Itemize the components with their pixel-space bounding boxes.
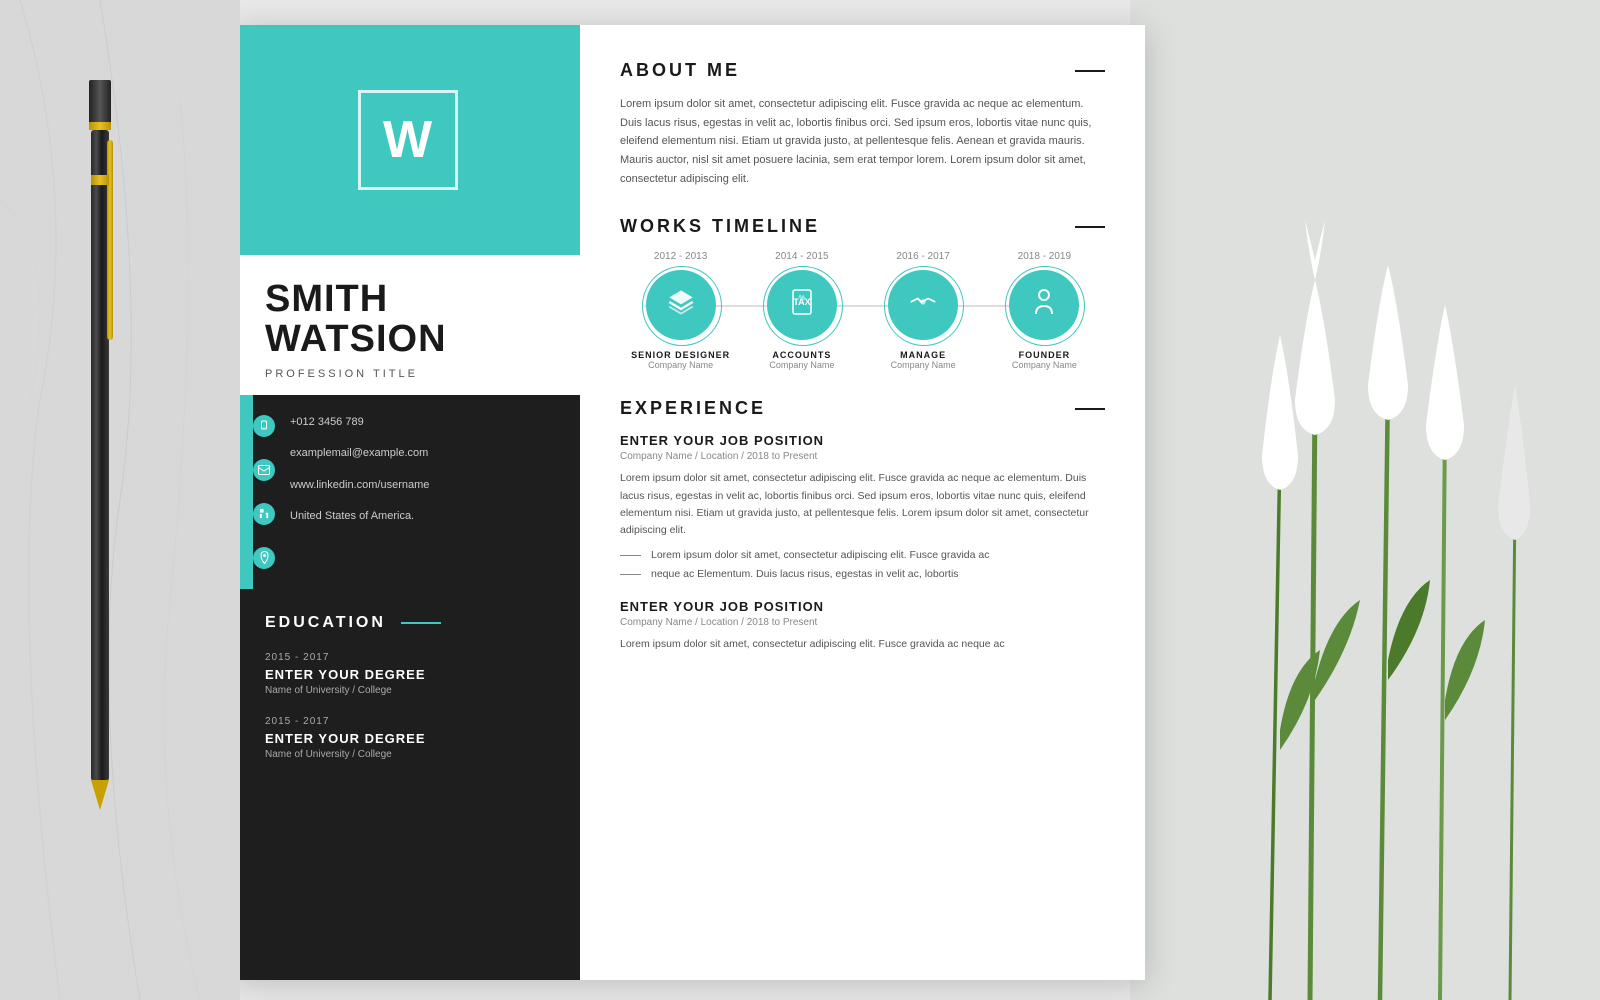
edu-university-0: Name of University / College <box>265 685 550 696</box>
background-right <box>1130 0 1600 1000</box>
linkedin-icon <box>253 503 275 525</box>
timeline-icon-2 <box>888 270 958 340</box>
about-header: ABOUT ME <box>620 60 1105 81</box>
contact-linkedin: www.linkedin.com/username <box>290 478 565 493</box>
experience-jobs: ENTER YOUR JOB POSITION Company Name / L… <box>620 433 1105 653</box>
job-item-1: ENTER YOUR JOB POSITION Company Name / L… <box>620 599 1105 653</box>
timeline-company-3: Company Name <box>989 360 1099 370</box>
bullet-list: —— Lorem ipsum dolor sit amet, consectet… <box>620 548 1105 584</box>
right-panel: ABOUT ME Lorem ipsum dolor sit amet, con… <box>580 25 1145 980</box>
timeline-label-1: ACCOUNTS Company Name <box>747 350 857 370</box>
contact-phone: +012 3456 789 <box>290 415 565 430</box>
experience-section: EXPERIENCE ENTER YOUR JOB POSITION Compa… <box>620 398 1105 653</box>
timeline-role-2: MANAGE <box>868 350 978 360</box>
timeline-year-0: 2012 - 2013 <box>626 251 736 262</box>
logo-box: W <box>358 90 458 190</box>
person-icon <box>1032 288 1056 322</box>
timeline-icons-container: TAX % <box>620 270 1105 340</box>
timeline-label-0: SENIOR DESIGNER Company Name <box>626 350 736 370</box>
job-meta-1: Company Name / Location / 2018 to Presen… <box>620 617 1105 628</box>
education-section: EDUCATION 2015 - 2017 ENTER YOUR DEGREE … <box>235 589 580 980</box>
timeline-company-2: Company Name <box>868 360 978 370</box>
edu-year-1: 2015 - 2017 <box>265 716 550 727</box>
left-panel: W SMITH WATSION PROFESSION TITLE <box>235 25 580 980</box>
timeline-label-3: FOUNDER Company Name <box>989 350 1099 370</box>
edu-degree-1: ENTER YOUR DEGREE <box>265 731 550 746</box>
name-area: SMITH WATSION PROFESSION TITLE <box>235 255 580 395</box>
job-title-1: ENTER YOUR JOB POSITION <box>620 599 1105 614</box>
experience-header: EXPERIENCE <box>620 398 1105 419</box>
contact-details: +012 3456 789 examplemail@example.com ww… <box>275 395 580 589</box>
education-title-line <box>401 622 441 624</box>
edu-degree-0: ENTER YOUR DEGREE <box>265 667 550 682</box>
timeline-role-3: FOUNDER <box>989 350 1099 360</box>
education-item-1: 2015 - 2017 ENTER YOUR DEGREE Name of Un… <box>265 716 550 760</box>
timeline-years-row: 2012 - 2013 2014 - 2015 2016 - 2017 2018 - … <box>620 251 1105 262</box>
contact-address: United States of America. <box>290 509 565 524</box>
timeline-title: WORKS TIMELINE <box>620 216 820 237</box>
experience-title: EXPERIENCE <box>620 398 766 419</box>
last-name: WATSION <box>265 320 550 360</box>
svg-text:TAX: TAX <box>793 297 810 307</box>
timeline-icons-row: TAX % <box>620 270 1105 340</box>
logo-letter: W <box>383 110 432 170</box>
bullet-text-0: Lorem ipsum dolor sit amet, consectetur … <box>651 548 990 564</box>
timeline-icon-0 <box>646 270 716 340</box>
about-title-line <box>1075 70 1105 72</box>
job-meta-0: Company Name / Location / 2018 to Presen… <box>620 451 1105 462</box>
job-desc-1: Lorem ipsum dolor sit amet, consectetur … <box>620 636 1105 653</box>
bullet-dash: —— <box>620 548 641 564</box>
pen-decoration <box>60 80 140 780</box>
timeline-role-0: SENIOR DESIGNER <box>626 350 736 360</box>
edu-university-1: Name of University / College <box>265 749 550 760</box>
about-section: ABOUT ME Lorem ipsum dolor sit amet, con… <box>620 60 1105 188</box>
teal-header: W <box>235 25 580 255</box>
education-title: EDUCATION <box>265 614 550 632</box>
timeline-year-1: 2014 - 2015 <box>747 251 857 262</box>
about-title: ABOUT ME <box>620 60 740 81</box>
works-timeline-section: WORKS TIMELINE 2012 - 20132014 - 2015201… <box>620 216 1105 370</box>
first-name: SMITH <box>265 280 550 320</box>
about-text: Lorem ipsum dolor sit amet, consectetur … <box>620 95 1105 188</box>
contact-section: +012 3456 789 examplemail@example.com ww… <box>235 395 580 589</box>
profession-title: PROFESSION TITLE <box>265 368 550 380</box>
timeline-labels-row: SENIOR DESIGNER Company Name ACCOUNTS Co… <box>620 350 1105 370</box>
timeline-year-3: 2018 - 2019 <box>989 251 1099 262</box>
email-icon <box>253 459 275 481</box>
edu-year-0: 2015 - 2017 <box>265 652 550 663</box>
timeline-company-0: Company Name <box>626 360 736 370</box>
timeline-header: WORKS TIMELINE <box>620 216 1105 237</box>
bullet-item-1: —— neque ac Elementum. Duis lacus risus,… <box>620 567 1105 583</box>
timeline-label-2: MANAGE Company Name <box>868 350 978 370</box>
resume-card: W SMITH WATSION PROFESSION TITLE <box>235 25 1145 980</box>
phone-icon <box>253 415 275 437</box>
handshake-icon <box>909 290 937 320</box>
timeline-title-line <box>1075 226 1105 228</box>
contact-icons <box>253 395 275 589</box>
timeline-role-1: ACCOUNTS <box>747 350 857 360</box>
education-item-0: 2015 - 2017 ENTER YOUR DEGREE Name of Un… <box>265 652 550 696</box>
layers-icon <box>667 288 695 322</box>
tax-icon: TAX % <box>789 288 815 322</box>
bullet-dash: —— <box>620 567 641 583</box>
bullet-text-1: neque ac Elementum. Duis lacus risus, eg… <box>651 567 959 583</box>
contact-email: examplemail@example.com <box>290 446 565 461</box>
svg-text:%: % <box>799 295 805 302</box>
experience-title-line <box>1075 408 1105 410</box>
job-desc-0: Lorem ipsum dolor sit amet, consectetur … <box>620 470 1105 539</box>
job-title-0: ENTER YOUR JOB POSITION <box>620 433 1105 448</box>
timeline-company-1: Company Name <box>747 360 857 370</box>
education-items: 2015 - 2017 ENTER YOUR DEGREE Name of Un… <box>265 652 550 760</box>
location-icon <box>253 547 275 569</box>
bullet-item-0: —— Lorem ipsum dolor sit amet, consectet… <box>620 548 1105 564</box>
timeline-icon-3 <box>1009 270 1079 340</box>
timeline-icon-1: TAX % <box>767 270 837 340</box>
job-item-0: ENTER YOUR JOB POSITION Company Name / L… <box>620 433 1105 583</box>
timeline-year-2: 2016 - 2017 <box>868 251 978 262</box>
